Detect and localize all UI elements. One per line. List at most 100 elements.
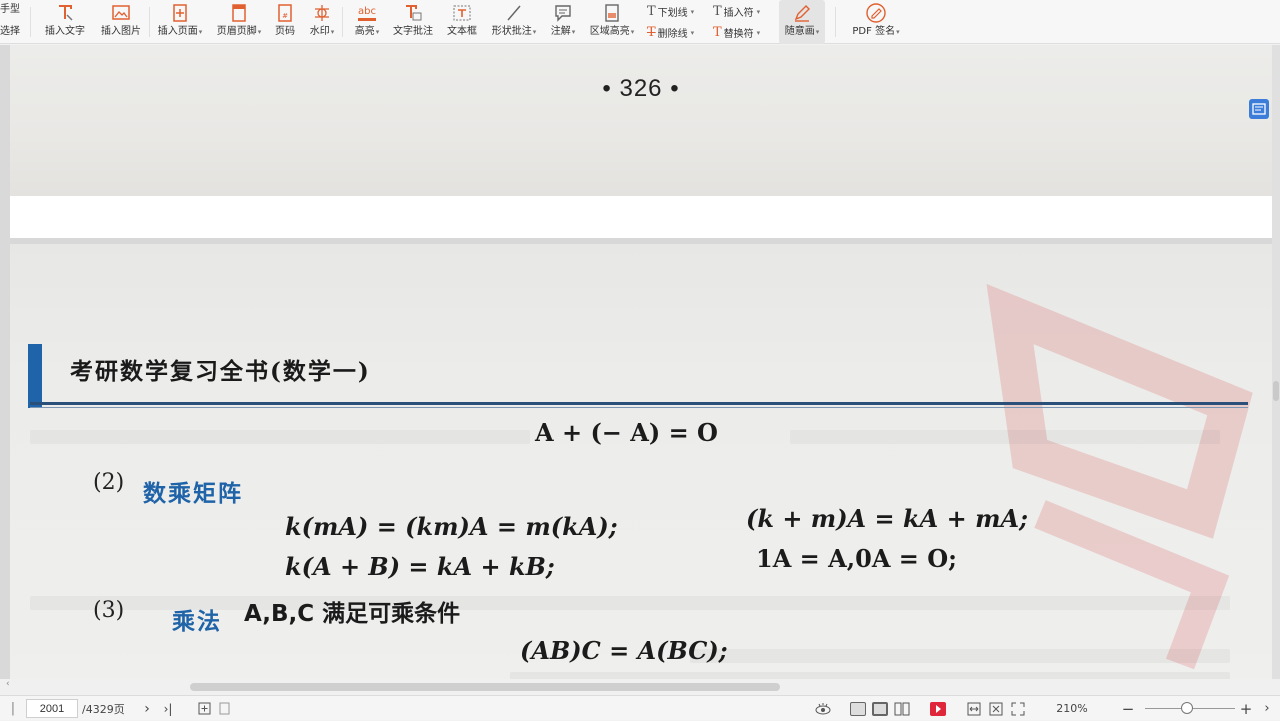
panel-icon — [1252, 103, 1266, 115]
zoom-menu-icon[interactable]: › — [1258, 696, 1276, 721]
zoom-slider-handle[interactable] — [1181, 702, 1193, 714]
line-shape-icon — [503, 2, 525, 24]
document-viewport[interactable]: • 326 • 考研数学复习全书(数学一) A + (− A) = O (2) … — [0, 45, 1280, 695]
horizontal-scrollbar[interactable]: ‹ — [0, 679, 1280, 695]
strikethrough-button[interactable]: T 删除线 ▾ — [647, 25, 713, 40]
current-page: 考研数学复习全书(数学一) A + (− A) = O (2) 数乘矩阵 k(m… — [10, 244, 1272, 695]
highlight-icon-text: abc — [358, 6, 376, 21]
two-page-view-icon[interactable] — [892, 696, 912, 721]
insert-page-button[interactable]: 插入页面▾ — [150, 0, 210, 44]
zoom-in-icon[interactable]: + — [1236, 696, 1256, 721]
page-number-icon: # — [274, 2, 296, 24]
insert-mark-icon: T — [713, 4, 722, 19]
hand-select-tool[interactable]: 手型 选择 — [0, 0, 30, 44]
play-record-icon[interactable] — [928, 696, 948, 721]
chevron-down-icon: ▾ — [690, 28, 695, 37]
section3-condition: A,B,C 满足可乘条件 — [244, 601, 461, 627]
first-page-icon[interactable]: | — [6, 696, 20, 721]
unit-zero-equation: 1A = A,0A = O; — [756, 544, 958, 573]
insert-text-button[interactable]: 插入文字 — [37, 0, 93, 44]
freehand-button[interactable]: 随意画▾ — [779, 0, 825, 44]
header-footer-button[interactable]: 页眉页脚▾ — [210, 0, 268, 44]
continuous-view-icon[interactable] — [870, 696, 890, 721]
text-box-button[interactable]: 文本框 — [439, 0, 485, 44]
page-number-input[interactable] — [26, 699, 78, 718]
image-icon — [110, 2, 132, 24]
highlight-icon: abc — [356, 2, 378, 24]
previous-page: • 326 • — [10, 45, 1272, 196]
eye-protection-icon[interactable] — [812, 696, 834, 721]
chevron-down-icon: ▾ — [571, 28, 576, 36]
zoom-level-text[interactable]: 210% — [1050, 696, 1094, 721]
strikethrough-label: 删除线 — [657, 29, 688, 40]
strikethrough-icon: T — [647, 25, 656, 40]
annotation-label: 注解 — [550, 26, 571, 37]
chevron-down-icon: ▾ — [896, 28, 900, 36]
toolbar: 手型 选择 插入文字 插入图片 插入页面▾ 页眉页脚▾ # 页码 水印▾ abc… — [0, 0, 1280, 44]
shape-comment-label: 形状批注 — [491, 26, 532, 37]
highlight-label: 高亮 — [354, 26, 375, 37]
watermark-button[interactable]: 水印▾ — [302, 0, 342, 44]
replace-mark-label: 替换符 — [723, 29, 754, 40]
total-pages-text: /4329页 — [82, 702, 125, 716]
toolbar-divider — [30, 7, 31, 37]
area-highlight-icon — [601, 2, 623, 24]
book-header-title: 考研数学复习全书(数学一) — [70, 358, 371, 385]
chevron-down-icon: ▾ — [375, 28, 380, 36]
next-page-icon[interactable]: › — [140, 696, 154, 721]
page-number-button[interactable]: # 页码 — [268, 0, 302, 44]
insert-page-label: 插入页面 — [157, 26, 198, 37]
last-page-icon[interactable]: ›| — [160, 696, 176, 721]
insert-mark-button[interactable]: T 插入符 ▾ — [713, 4, 779, 19]
underline-button[interactable]: T 下划线 ▾ — [647, 4, 713, 19]
header-rule-thin — [30, 407, 1248, 408]
page-gap — [10, 196, 1272, 238]
fit-page-icon[interactable] — [986, 696, 1006, 721]
section3-title: 乘法 — [172, 609, 222, 635]
fit-width-icon[interactable] — [964, 696, 984, 721]
highlight-button[interactable]: abc 高亮▾ — [347, 0, 387, 44]
underline-icon: T — [647, 4, 656, 19]
replace-mark-button[interactable]: T 替换符 ▾ — [713, 25, 779, 40]
side-panel-toggle[interactable] — [1249, 99, 1269, 119]
pdf-sign-button[interactable]: PDF 签名▾ — [844, 0, 908, 44]
area-highlight-button[interactable]: 区域高亮▾ — [583, 0, 641, 44]
header-rule — [30, 402, 1248, 405]
insert-image-button[interactable]: 插入图片 — [93, 0, 149, 44]
text-box-icon — [451, 2, 473, 24]
chevron-down-icon: ▾ — [815, 28, 820, 36]
hand-tool-label: 手型 — [0, 4, 20, 15]
select-tool-label: 选择 — [0, 26, 20, 37]
annotation-button[interactable]: 注解▾ — [543, 0, 583, 44]
add-page-icon[interactable] — [196, 696, 212, 721]
single-page-view-icon[interactable] — [848, 696, 868, 721]
fullscreen-icon[interactable] — [1008, 696, 1028, 721]
chevron-down-icon: ▾ — [756, 28, 761, 37]
vertical-scroll-nub[interactable] — [1273, 381, 1279, 401]
watermark-icon — [311, 2, 333, 24]
horizontal-scroll-thumb[interactable] — [190, 683, 780, 691]
text-comment-label: 文字批注 — [393, 26, 433, 37]
matrix-distrib-equation: k(A + B) = kA + kB; — [285, 552, 555, 581]
section2-number: (2) — [93, 470, 125, 495]
scalar-distrib-equation: (k + m)A = kA + mA; — [746, 504, 1028, 533]
header-footer-label: 页眉页脚 — [216, 26, 257, 37]
zoom-out-icon[interactable]: − — [1118, 696, 1138, 721]
freehand-label: 随意画 — [784, 26, 815, 37]
chevron-down-icon: ▾ — [756, 7, 761, 16]
insert-page-icon — [169, 2, 191, 24]
toolbar-divider — [342, 7, 343, 37]
insert-text-label: 插入文字 — [45, 26, 85, 37]
insert-replace-group: T 插入符 ▾ T 替换符 ▾ — [713, 0, 779, 44]
speech-bubble-icon — [552, 2, 574, 24]
chevron-down-icon: ▾ — [532, 28, 537, 36]
page-number-label: 页码 — [275, 26, 295, 37]
scroll-left-icon[interactable]: ‹ — [6, 679, 10, 689]
identity-equation: A + (− A) = O — [535, 418, 718, 447]
chevron-down-icon: ▾ — [198, 28, 203, 36]
text-box-label: 文本框 — [447, 26, 477, 37]
shape-comment-button[interactable]: 形状批注▾ — [485, 0, 543, 44]
signature-icon — [865, 2, 887, 24]
text-comment-button[interactable]: 文字批注 — [387, 0, 439, 44]
page-thumbnail-icon[interactable] — [216, 696, 232, 721]
